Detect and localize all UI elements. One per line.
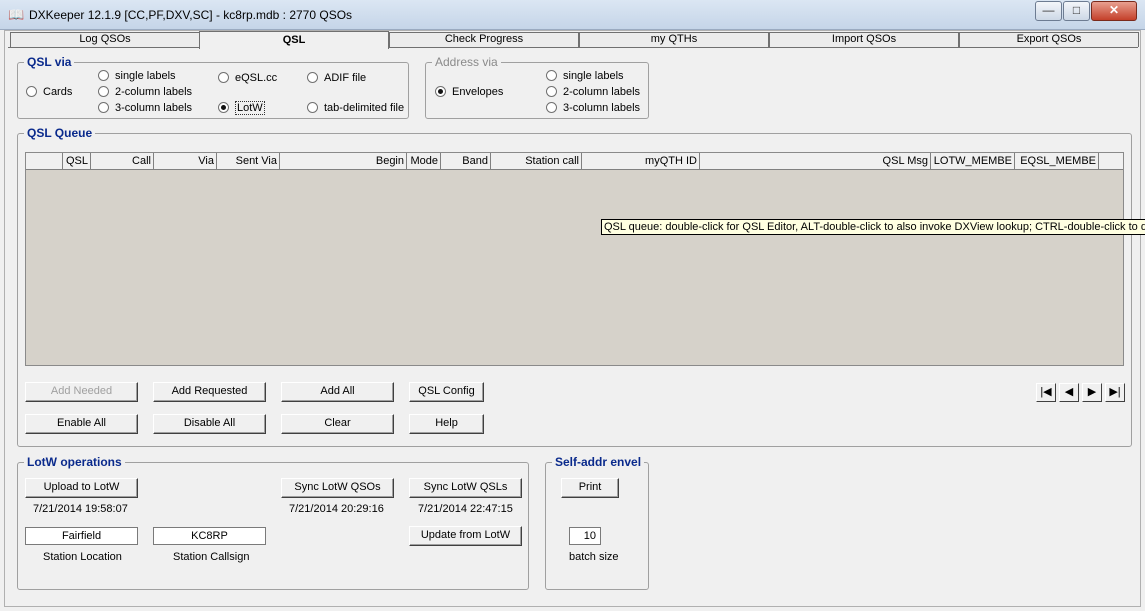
- minimize-button[interactable]: —: [1035, 1, 1062, 21]
- add-requested-button[interactable]: Add Requested: [153, 382, 266, 402]
- radio-circle: [98, 102, 109, 113]
- radio-circle: [546, 86, 557, 97]
- help-button[interactable]: Help: [409, 414, 484, 434]
- radio-circle: [98, 70, 109, 81]
- address-via-legend: Address via: [432, 55, 501, 69]
- self-addr-envel-legend: Self-addr envel: [552, 455, 645, 469]
- column-header-via[interactable]: Via: [154, 153, 217, 170]
- column-header-sent-via[interactable]: Sent Via: [217, 153, 280, 170]
- sync-lotw-qsos-button[interactable]: Sync LotW QSOs: [281, 478, 394, 498]
- column-header-myqth-id[interactable]: myQTH ID: [582, 153, 700, 170]
- radio-circle: [546, 70, 557, 81]
- disable-all-button[interactable]: Disable All: [153, 414, 266, 434]
- column-header-begin[interactable]: Begin: [280, 153, 407, 170]
- radio-circle: [307, 102, 318, 113]
- title-bar: 📖 DXKeeper 12.1.9 [CC,PF,DXV,SC] - kc8rp…: [0, 0, 1145, 30]
- batch-size-label: batch size: [569, 551, 619, 563]
- column-header-lotw-member[interactable]: LOTW_MEMBE: [931, 153, 1015, 170]
- qsl-queue-tooltip: QSL queue: double-click for QSL Editor, …: [601, 219, 1145, 235]
- qsl-via-3col-labels-radio[interactable]: 3-column labels: [98, 102, 192, 114]
- radio-circle-selected: [218, 102, 229, 113]
- column-header-band[interactable]: Band: [441, 153, 491, 170]
- window-title: DXKeeper 12.1.9 [CC,PF,DXV,SC] - kc8rp.m…: [29, 8, 353, 22]
- qsl-config-button[interactable]: QSL Config: [409, 382, 484, 402]
- enable-all-button[interactable]: Enable All: [25, 414, 138, 434]
- qsl-via-cards-radio[interactable]: Cards: [26, 86, 72, 98]
- first-record-icon[interactable]: |◀: [1036, 383, 1056, 402]
- qsl-via-single-labels-radio[interactable]: single labels: [98, 70, 176, 82]
- tab-qsl[interactable]: QSL: [199, 31, 389, 49]
- grid-header: QSL Call Via Sent Via Begin Mode Band St…: [26, 153, 1123, 170]
- sync-lotw-qsls-button[interactable]: Sync LotW QSLs: [409, 478, 522, 498]
- column-header-qsl[interactable]: QSL: [63, 153, 91, 170]
- tab-divider: [8, 47, 1138, 48]
- tab-my-qths[interactable]: my QTHs: [579, 32, 769, 47]
- station-callsign-field[interactable]: KC8RP: [153, 527, 266, 545]
- last-record-icon[interactable]: ▶|: [1105, 383, 1125, 402]
- address-via-envelopes-radio[interactable]: Envelopes: [435, 86, 503, 98]
- radio-circle: [26, 86, 37, 97]
- column-header-eqsl-member[interactable]: EQSL_MEMBE: [1015, 153, 1099, 170]
- column-header-qsl-msg[interactable]: QSL Msg: [700, 153, 931, 170]
- tab-export-qsos[interactable]: Export QSOs: [959, 32, 1139, 47]
- qsl-via-eqsl-radio[interactable]: eQSL.cc: [218, 72, 277, 84]
- print-button[interactable]: Print: [561, 478, 619, 498]
- qsl-via-lotw-radio[interactable]: LotW: [218, 101, 265, 115]
- tab-log-qsos[interactable]: Log QSOs: [10, 32, 200, 47]
- add-all-button[interactable]: Add All: [281, 382, 394, 402]
- upload-to-lotw-button[interactable]: Upload to LotW: [25, 478, 138, 498]
- radio-circle: [218, 72, 229, 83]
- station-callsign-label: Station Callsign: [173, 551, 250, 563]
- tab-import-qsos[interactable]: Import QSOs: [769, 32, 959, 47]
- qsl-queue-legend: QSL Queue: [24, 126, 96, 140]
- lotw-operations-legend: LotW operations: [24, 455, 125, 469]
- clear-button[interactable]: Clear: [281, 414, 394, 434]
- radio-circle: [546, 102, 557, 113]
- previous-record-icon[interactable]: ◀: [1059, 383, 1079, 402]
- station-location-label: Station Location: [43, 551, 122, 563]
- station-location-field[interactable]: Fairfield: [25, 527, 138, 545]
- radio-circle-selected: [435, 86, 446, 97]
- address-via-3col-labels-radio[interactable]: 3-column labels: [546, 102, 640, 114]
- next-record-icon[interactable]: ▶: [1082, 383, 1102, 402]
- column-header-selector[interactable]: [26, 153, 63, 170]
- update-from-lotw-button[interactable]: Update from LotW: [409, 526, 522, 546]
- qsl-via-tab-delimited-radio[interactable]: tab-delimited file: [307, 102, 404, 114]
- tab-check-progress[interactable]: Check Progress: [389, 32, 579, 47]
- sync-qsos-timestamp: 7/21/2014 20:29:16: [289, 503, 384, 515]
- radio-circle: [98, 86, 109, 97]
- address-via-single-labels-radio[interactable]: single labels: [546, 70, 624, 82]
- upload-timestamp: 7/21/2014 19:58:07: [33, 503, 128, 515]
- radio-circle: [307, 72, 318, 83]
- sync-qsls-timestamp: 7/21/2014 22:47:15: [418, 503, 513, 515]
- book-icon: 📖: [8, 7, 25, 22]
- address-via-2col-labels-radio[interactable]: 2-column labels: [546, 86, 640, 98]
- column-header-station-call[interactable]: Station call: [491, 153, 582, 170]
- close-button[interactable]: ✕: [1091, 1, 1137, 21]
- maximize-button[interactable]: □: [1063, 1, 1090, 21]
- column-header-mode[interactable]: Mode: [407, 153, 441, 170]
- column-header-call[interactable]: Call: [91, 153, 154, 170]
- qsl-via-2col-labels-radio[interactable]: 2-column labels: [98, 86, 192, 98]
- add-needed-button[interactable]: Add Needed: [25, 382, 138, 402]
- qsl-via-adif-radio[interactable]: ADIF file: [307, 72, 366, 84]
- qsl-queue-grid[interactable]: QSL Call Via Sent Via Begin Mode Band St…: [25, 152, 1124, 366]
- batch-size-field[interactable]: 10: [569, 527, 601, 545]
- qsl-via-legend: QSL via: [24, 55, 75, 69]
